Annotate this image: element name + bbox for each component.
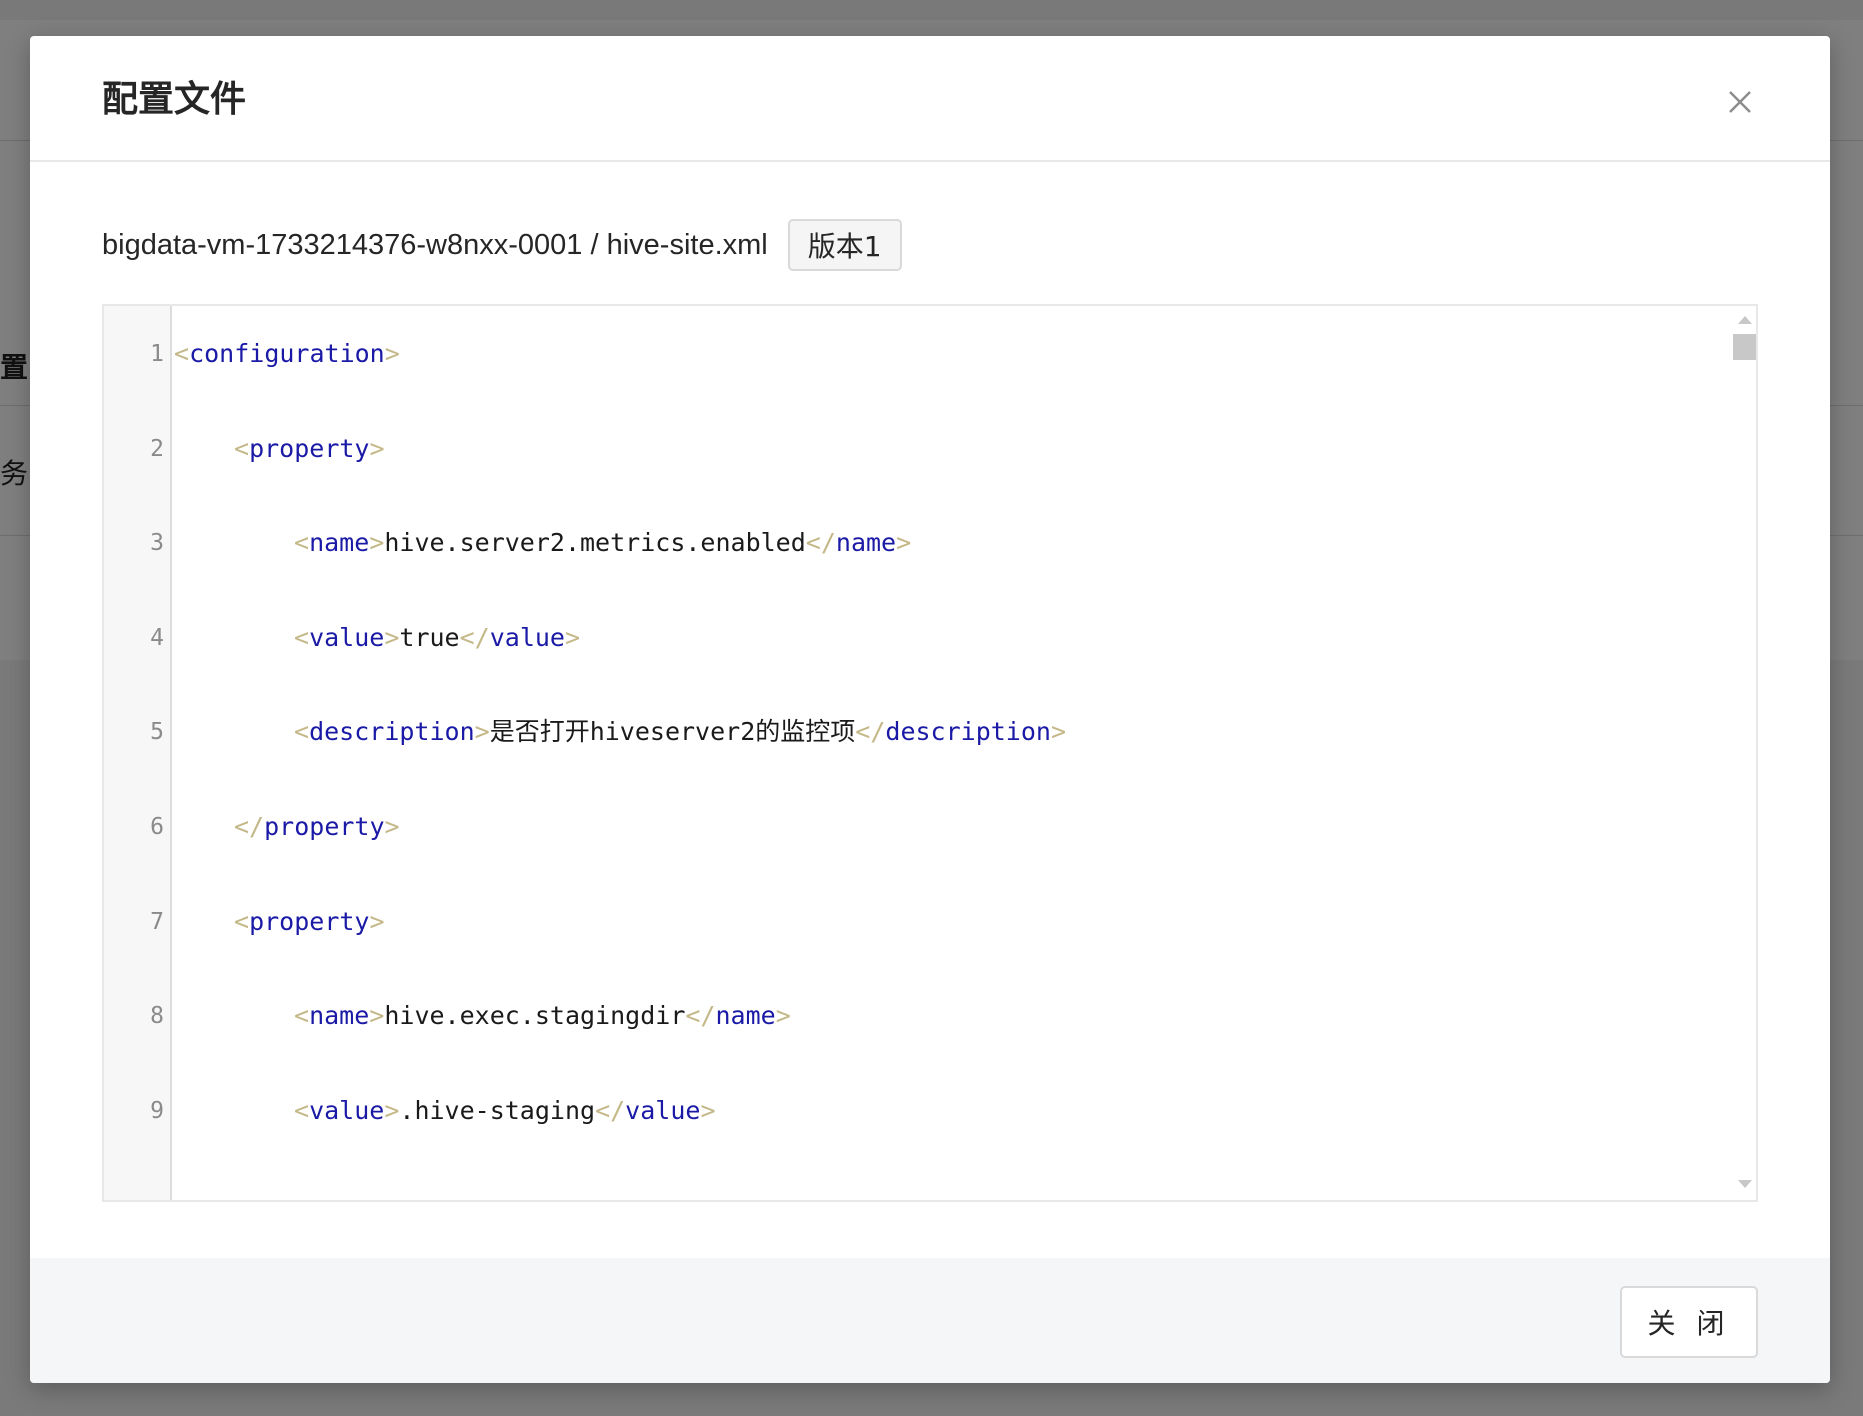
xml-text-content: hive.exec.stagingdir [384,1001,686,1031]
code-line: 1 <configuration> [104,339,1724,434]
code-line: 3 <name>hive.server2.metrics.enabled</nam… [104,528,1724,623]
code-line: 2 <property> [104,434,1724,529]
line-number: 6 [150,814,164,840]
xml-open-tag: name [309,528,370,558]
line-number: 7 [150,908,164,935]
code-editor[interactable]: 1 <configuration> 2 <property> 3 <name>hive.s… [102,304,1758,1202]
xml-open-tag: description [309,717,475,747]
code-text: <name>hive.server2.metrics.enabled</name… [294,528,912,558]
line-number: 8 [150,1003,164,1030]
version-tag: 版本1 [787,219,902,271]
scroll-up-arrow-icon[interactable] [1738,316,1752,324]
code-line: 5 <description>是否打开hiveserver2的监控项</descr… [104,717,1724,812]
xml-close-tag: name [835,528,897,558]
line-number: 1 [150,341,164,367]
config-file-modal: 配置文件 bigdata-vm-1733214376-w8nxx-0001 / … [30,36,1830,1383]
code-line: 4 <value>true</value> [104,623,1724,718]
xml-open-tag: property [249,433,370,463]
code-text: <property> [234,433,385,463]
close-button[interactable]: 关 闭 [1620,1286,1758,1358]
line-number: 4 [150,624,164,651]
scrollbar-thumb[interactable] [1733,334,1756,360]
file-info-row: bigdata-vm-1733214376-w8nxx-0001 / hive-… [102,218,902,272]
xml-close-tag: value [625,1095,701,1125]
modal-title: 配置文件 [102,79,247,120]
xml-open-tag: property [249,906,370,936]
xml-open-tag: value [309,1095,385,1125]
xml-open-tag: value [309,622,385,652]
vertical-scrollbar[interactable] [1730,306,1756,1200]
code-text: <description>是否打开hiveserver2的监控项</descri… [294,717,1067,747]
code-text: <property> [234,906,385,936]
modal-header: 配置文件 [30,36,1830,162]
xml-close-tag: value [489,622,565,652]
line-number: 5 [150,719,164,746]
code-text: </property> [234,812,400,841]
xml-text-content: 是否打开hiveserver2的监控项 [489,717,856,747]
xml-close-tag: property [264,812,385,841]
code-line: 7 <property> [104,907,1724,1002]
line-number: 3 [150,530,164,557]
xml-close-tag: description [885,717,1051,747]
modal-footer: 关 闭 [30,1258,1830,1383]
scroll-down-arrow-icon[interactable] [1738,1180,1752,1188]
code-text: <configuration> [174,339,400,368]
code-text: <name>hive.exec.stagingdir</name> [294,1001,791,1031]
xml-text-content: true [399,622,460,652]
xml-close-tag: name [715,1001,776,1031]
xml-text-content: .hive-staging [399,1095,596,1125]
line-number: 9 [150,1097,164,1124]
code-line: 6 </property> [104,812,1724,907]
xml-text-content: hive.server2.metrics.enabled [384,528,806,558]
code-text: <value>.hive-staging</value> [294,1095,716,1125]
xml-open-tag: name [309,1001,370,1031]
code-text: <value>true</value> [294,622,581,652]
file-path: bigdata-vm-1733214376-w8nxx-0001 / hive-… [102,228,768,261]
code-line: 9 <value>.hive-staging</value> [104,1096,1724,1191]
code-line: 8 <name>hive.exec.stagingdir</name> [104,1001,1724,1096]
line-number: 2 [150,435,164,462]
close-icon[interactable] [1722,84,1758,120]
xml-open-tag: configuration [189,339,385,368]
